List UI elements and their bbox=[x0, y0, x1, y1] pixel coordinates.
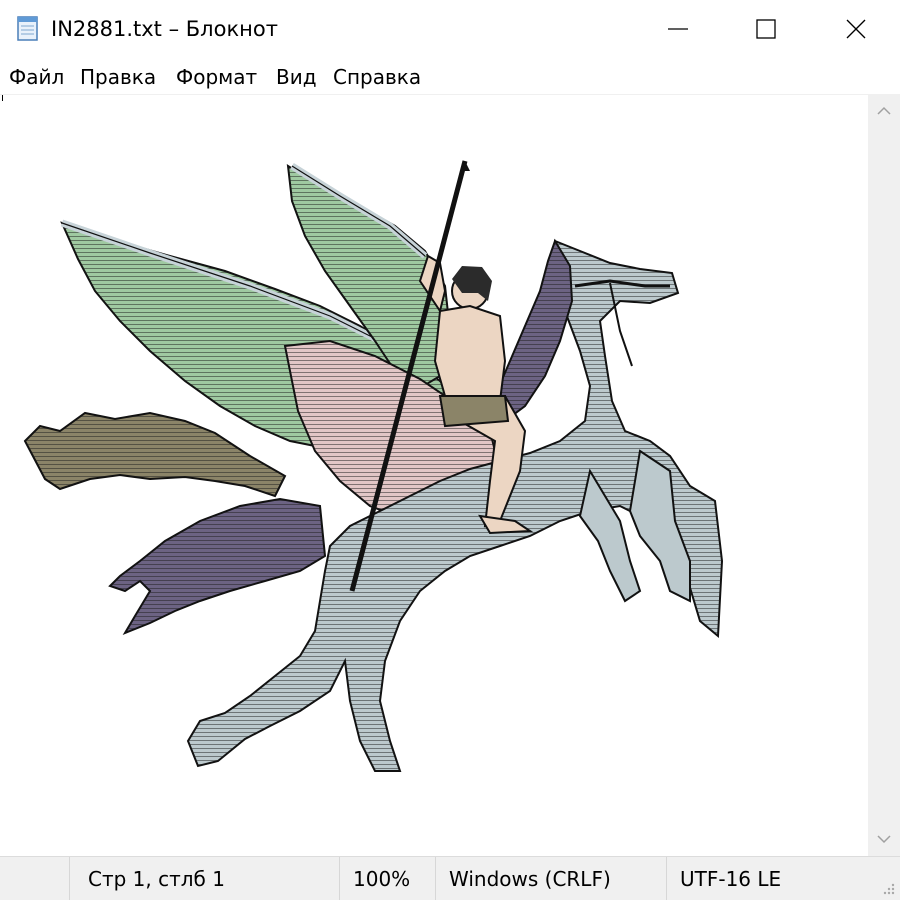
status-separator bbox=[435, 857, 436, 900]
status-encoding: UTF-16 LE bbox=[680, 866, 782, 891]
menu-help[interactable]: Справка bbox=[333, 63, 421, 91]
notepad-icon bbox=[17, 16, 38, 41]
vertical-scrollbar[interactable] bbox=[868, 94, 900, 856]
notepad-window: IN2881.txt – Блокнот Файл Правка Формат … bbox=[0, 0, 900, 900]
status-separator bbox=[339, 857, 340, 900]
status-zoom: 100% bbox=[353, 866, 411, 891]
mane-shape bbox=[493, 238, 574, 423]
scroll-down-button[interactable] bbox=[868, 822, 900, 856]
title-bar[interactable]: IN2881.txt – Блокнот bbox=[0, 0, 900, 58]
resize-grip-icon[interactable] bbox=[878, 878, 896, 896]
status-bar: Стр 1, стлб 1 100% Windows (CRLF) UTF-16… bbox=[0, 856, 900, 900]
menu-bar: Файл Правка Формат Вид Справка bbox=[0, 60, 900, 94]
status-separator bbox=[69, 857, 70, 900]
status-separator bbox=[666, 857, 667, 900]
pegasus-ascii-art bbox=[23, 160, 724, 772]
menu-edit[interactable]: Правка bbox=[80, 63, 156, 91]
scroll-up-button[interactable] bbox=[868, 94, 900, 128]
close-icon bbox=[846, 19, 866, 39]
close-button[interactable] bbox=[810, 0, 900, 58]
maximize-button[interactable] bbox=[720, 0, 812, 58]
maximize-icon bbox=[756, 19, 776, 39]
menu-format[interactable]: Формат bbox=[176, 63, 257, 91]
chevron-up-icon bbox=[877, 106, 891, 115]
text-editor[interactable] bbox=[0, 94, 868, 857]
minimize-icon bbox=[668, 28, 688, 30]
chevron-down-icon bbox=[877, 835, 891, 844]
cloak-shape bbox=[23, 411, 287, 498]
menu-file[interactable]: Файл bbox=[9, 63, 64, 91]
window-title: IN2881.txt – Блокнот bbox=[51, 17, 278, 41]
tail-shape bbox=[108, 497, 327, 636]
minimize-button[interactable] bbox=[632, 0, 724, 58]
status-line-ending: Windows (CRLF) bbox=[449, 866, 611, 891]
menu-view[interactable]: Вид bbox=[276, 63, 317, 91]
status-position: Стр 1, стлб 1 bbox=[88, 866, 225, 891]
